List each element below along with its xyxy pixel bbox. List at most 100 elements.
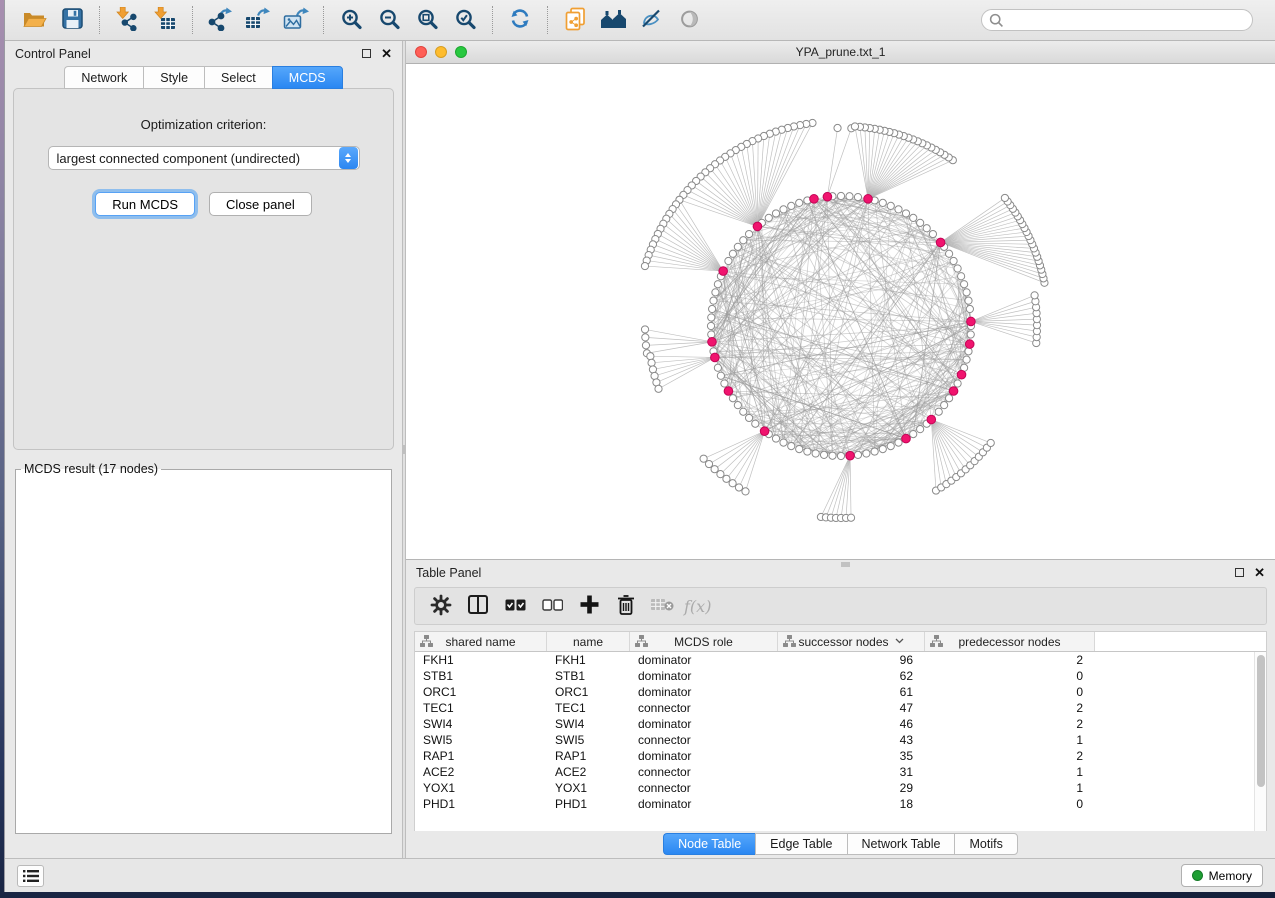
network-node[interactable] <box>834 124 841 131</box>
network-node[interactable] <box>788 443 795 450</box>
network-node[interactable] <box>961 281 968 288</box>
network-node[interactable] <box>707 322 714 329</box>
table-row[interactable]: STB1STB1dominator620 <box>415 668 1254 684</box>
tab-network-table[interactable]: Network Table <box>847 833 955 855</box>
hide-graphics-details-button[interactable] <box>634 4 668 36</box>
export-table-button[interactable] <box>241 4 275 36</box>
network-node[interactable] <box>820 451 827 458</box>
network-node[interactable] <box>641 262 648 269</box>
table-scrollbar[interactable] <box>1254 652 1266 831</box>
table-row[interactable]: ACE2ACE2connector311 <box>415 764 1254 780</box>
close-table-panel-icon[interactable]: ✕ <box>1254 568 1265 577</box>
delete-column-button[interactable] <box>610 591 642 621</box>
network-node[interactable] <box>965 297 972 304</box>
network-node[interactable] <box>879 446 886 453</box>
network-node[interactable] <box>967 331 974 338</box>
column-header-successor-nodes[interactable]: successor nodes <box>778 632 925 651</box>
share-network-file-button[interactable] <box>558 4 592 36</box>
mcds-hub-node[interactable] <box>967 317 976 326</box>
export-image-button[interactable] <box>279 4 313 36</box>
network-node[interactable] <box>863 450 870 457</box>
network-node[interactable] <box>780 206 787 213</box>
network-node[interactable] <box>710 297 717 304</box>
network-node[interactable] <box>642 342 649 349</box>
network-node[interactable] <box>958 273 965 280</box>
network-node[interactable] <box>965 348 972 355</box>
network-node[interactable] <box>714 281 721 288</box>
delete-table-button[interactable] <box>647 591 679 621</box>
network-node[interactable] <box>725 257 732 264</box>
network-node[interactable] <box>1001 194 1008 201</box>
network-node[interactable] <box>945 250 952 257</box>
mcds-hub-node[interactable] <box>927 415 936 424</box>
network-node[interactable] <box>829 452 836 459</box>
show-graphics-details-button[interactable] <box>672 4 706 36</box>
zoom-out-button[interactable] <box>372 4 406 36</box>
network-canvas[interactable] <box>406 64 1275 559</box>
tab-network[interactable]: Network <box>64 66 143 89</box>
network-node[interactable] <box>851 123 858 130</box>
table-row[interactable]: SWI4SWI4dominator462 <box>415 716 1254 732</box>
network-node[interactable] <box>796 199 803 206</box>
network-node[interactable] <box>966 305 973 312</box>
float-table-panel-icon[interactable] <box>1235 568 1244 577</box>
optimization-select[interactable]: largest connected component (undirected) <box>48 146 360 170</box>
network-node[interactable] <box>648 359 655 366</box>
network-node[interactable] <box>847 514 854 521</box>
network-node[interactable] <box>871 448 878 455</box>
network-node[interactable] <box>709 305 716 312</box>
mcds-hub-node[interactable] <box>846 451 855 460</box>
network-node[interactable] <box>723 475 730 482</box>
network-node[interactable] <box>788 202 795 209</box>
mcds-hub-node[interactable] <box>949 387 958 396</box>
network-node[interactable] <box>941 402 948 409</box>
network-node[interactable] <box>772 435 779 442</box>
network-node[interactable] <box>917 426 924 433</box>
column-header-shared-name[interactable]: shared name <box>415 632 547 651</box>
network-node[interactable] <box>804 448 811 455</box>
vertical-splitter[interactable] <box>402 41 406 858</box>
network-node[interactable] <box>812 450 819 457</box>
column-header-predecessor-nodes[interactable]: predecessor nodes <box>925 632 1095 651</box>
split-panel-button[interactable] <box>462 591 494 621</box>
network-node[interactable] <box>954 265 961 272</box>
zoom-in-button[interactable] <box>334 4 368 36</box>
add-column-button[interactable] <box>573 591 605 621</box>
network-node[interactable] <box>734 402 741 409</box>
network-node[interactable] <box>837 192 844 199</box>
close-panel-button[interactable]: Close panel <box>209 192 312 216</box>
column-header-name[interactable]: name <box>547 632 630 651</box>
network-node[interactable] <box>963 356 970 363</box>
tab-motifs[interactable]: Motifs <box>954 833 1017 855</box>
close-panel-icon[interactable]: ✕ <box>381 49 392 58</box>
import-table-button[interactable] <box>148 4 182 36</box>
network-node[interactable] <box>717 372 724 379</box>
table-row[interactable]: ORC1ORC1dominator610 <box>415 684 1254 700</box>
network-node[interactable] <box>745 414 752 421</box>
float-panel-icon[interactable] <box>362 49 371 58</box>
mcds-hub-node[interactable] <box>823 192 832 201</box>
tab-select[interactable]: Select <box>204 66 272 89</box>
network-node[interactable] <box>655 385 662 392</box>
table-row[interactable]: RAP1RAP1dominator352 <box>415 748 1254 764</box>
network-node[interactable] <box>742 488 749 495</box>
network-node[interactable] <box>950 257 957 264</box>
select-all-button[interactable] <box>499 591 531 621</box>
network-node[interactable] <box>721 380 728 387</box>
network-node[interactable] <box>717 471 724 478</box>
network-node[interactable] <box>780 439 787 446</box>
network-node[interactable] <box>708 331 715 338</box>
refresh-layout-button[interactable] <box>503 4 537 36</box>
table-scrollbar-thumb[interactable] <box>1257 655 1265 787</box>
network-node[interactable] <box>987 439 994 446</box>
network-node[interactable] <box>887 443 894 450</box>
network-node[interactable] <box>910 214 917 221</box>
network-node[interactable] <box>854 451 861 458</box>
tab-style[interactable]: Style <box>143 66 204 89</box>
network-node[interactable] <box>895 206 902 213</box>
zoom-selected-button[interactable] <box>448 4 482 36</box>
mcds-hub-node[interactable] <box>708 338 717 347</box>
network-node[interactable] <box>879 199 886 206</box>
table-settings-button[interactable] <box>425 591 457 621</box>
network-node[interactable] <box>935 408 942 415</box>
